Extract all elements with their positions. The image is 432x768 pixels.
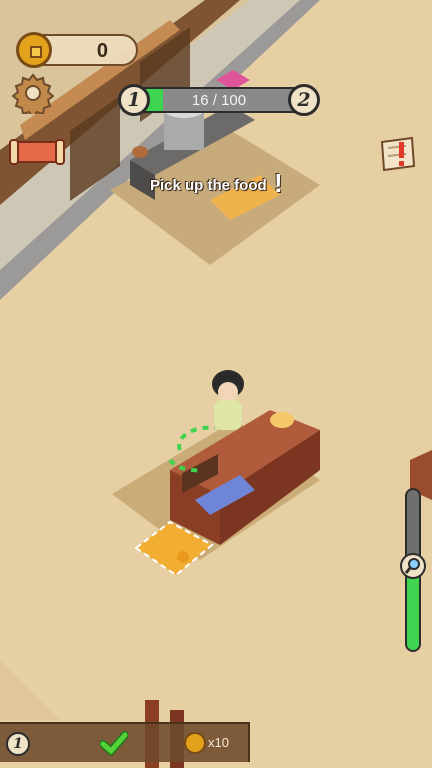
coin-icon — [16, 32, 52, 68]
next-level-badge: 2 — [288, 84, 320, 116]
coin-counter: 0 — [16, 32, 138, 68]
reward-coin-icon — [184, 732, 206, 754]
coin-count: 0 — [96, 40, 108, 62]
game-scene — [0, 0, 432, 768]
task-reward-text: x10 — [208, 735, 229, 750]
task-bar[interactable]: 1 x10 — [0, 722, 250, 762]
level-progress-bar: 16 / 100 — [134, 87, 304, 113]
level-progress-text: 16 / 100 — [191, 92, 247, 109]
task-level-badge: 1 — [6, 732, 30, 756]
hint-text: Pick up the food — [150, 177, 267, 194]
hint-exclamation: ! — [274, 168, 283, 198]
current-level-badge: 1 — [118, 84, 150, 116]
magnifier-icon[interactable] — [400, 553, 426, 579]
gear-icon[interactable] — [12, 72, 54, 114]
scroll-icon[interactable] — [8, 136, 66, 170]
map-alert-icon[interactable] — [378, 134, 418, 174]
checkmark-icon — [100, 731, 128, 756]
